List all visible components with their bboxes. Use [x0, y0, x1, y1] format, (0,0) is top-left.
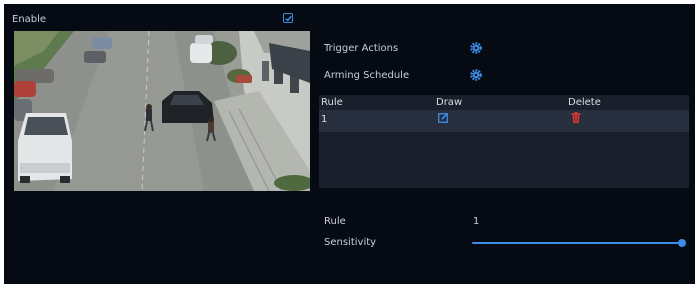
camera-scene — [14, 31, 310, 191]
enable-checkbox[interactable] — [283, 13, 293, 23]
motion-detection-panel: Enable Trigger Actions Arming Schedule R… — [4, 4, 695, 284]
sensitivity-label: Sensitivity — [324, 237, 377, 248]
rule-table: Rule Draw Delete 1 — [319, 95, 689, 188]
rule-number: 1 — [321, 114, 328, 125]
header-draw: Draw — [436, 97, 463, 108]
header-rule: Rule — [321, 97, 343, 108]
sensitivity-slider[interactable] — [472, 239, 686, 247]
rule-table-header: Rule Draw Delete — [319, 95, 689, 109]
camera-preview[interactable] — [14, 31, 310, 191]
rule-label: Rule — [324, 216, 346, 227]
delete-trash-icon[interactable] — [571, 112, 581, 123]
sensitivity-slider-thumb[interactable] — [678, 239, 686, 247]
checkmark-icon — [284, 15, 292, 21]
table-row[interactable]: 1 — [319, 110, 689, 132]
draw-edit-icon[interactable] — [438, 112, 449, 123]
trigger-actions-gear-icon[interactable] — [470, 42, 482, 54]
trigger-actions-label: Trigger Actions — [324, 43, 399, 54]
rule-value: 1 — [473, 216, 480, 227]
enable-label: Enable — [12, 14, 47, 25]
header-delete: Delete — [568, 97, 601, 108]
arming-schedule-label: Arming Schedule — [324, 70, 410, 81]
arming-schedule-gear-icon[interactable] — [470, 69, 482, 81]
